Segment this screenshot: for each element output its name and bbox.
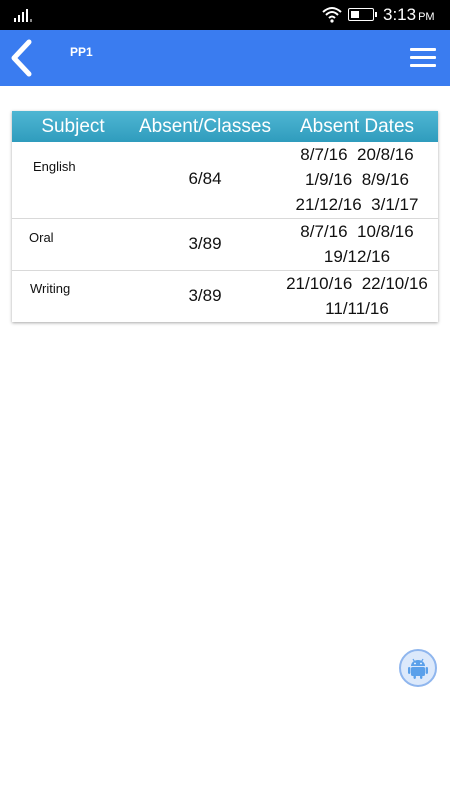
- battery-icon: [348, 8, 377, 21]
- android-icon: [408, 658, 428, 679]
- menu-button[interactable]: [410, 46, 438, 70]
- header-absent-classes: Absent/Classes: [138, 115, 271, 137]
- table-header: Subject Absent/Classes Absent Dates: [12, 111, 438, 142]
- date-line: 21/12/16 3/1/17: [295, 195, 419, 214]
- date-line: 1/9/16 8/9/16: [305, 170, 409, 189]
- dates-cell: 8/7/16 10/8/16 19/12/16: [276, 219, 438, 269]
- attendance-table: Subject Absent/Classes Absent Dates Engl…: [12, 111, 438, 322]
- dates-cell: 8/7/16 20/8/16 1/9/16 8/9/16 21/12/16 3/1/…: [276, 142, 438, 217]
- date-line: 11/11/16: [325, 299, 389, 318]
- wifi-icon: [322, 7, 342, 23]
- date-line: 8/7/16 10/8/16: [300, 222, 414, 241]
- back-button[interactable]: [6, 38, 42, 78]
- table-row: Oral 3/89 8/7/16 10/8/16 19/12/16: [12, 219, 438, 271]
- table-row: Writing 3/89 21/10/16 22/10/16 11/11/16: [12, 271, 438, 322]
- subject-cell: English: [33, 159, 76, 174]
- absent-cell: 3/89: [188, 286, 222, 305]
- table-row: English 6/84 8/7/16 20/8/16 1/9/16 8/9/16…: [12, 142, 438, 219]
- date-line: 21/10/16 22/10/16: [286, 274, 428, 293]
- absent-cell: 3/89: [188, 234, 222, 253]
- date-line: 19/12/16: [323, 247, 391, 266]
- clock-ampm: PM: [418, 11, 435, 23]
- date-line: 8/7/16 20/8/16: [300, 145, 414, 164]
- status-bar: 3:13 PM: [0, 0, 450, 30]
- absent-cell: 6/84: [188, 169, 222, 188]
- app-bar: PP1: [0, 30, 450, 86]
- header-subject: Subject: [41, 115, 105, 137]
- subject-cell: Writing: [30, 281, 71, 296]
- android-fab-button[interactable]: [399, 649, 437, 687]
- page-title: PP1: [70, 45, 93, 59]
- subject-cell: Oral: [29, 230, 54, 245]
- clock-time: 3:13: [383, 5, 417, 24]
- dates-cell: 21/10/16 22/10/16 11/11/16: [276, 271, 438, 321]
- chevron-left-icon: [11, 39, 32, 77]
- header-absent-dates: Absent Dates: [299, 115, 415, 137]
- clock: 3:13 PM: [383, 5, 435, 25]
